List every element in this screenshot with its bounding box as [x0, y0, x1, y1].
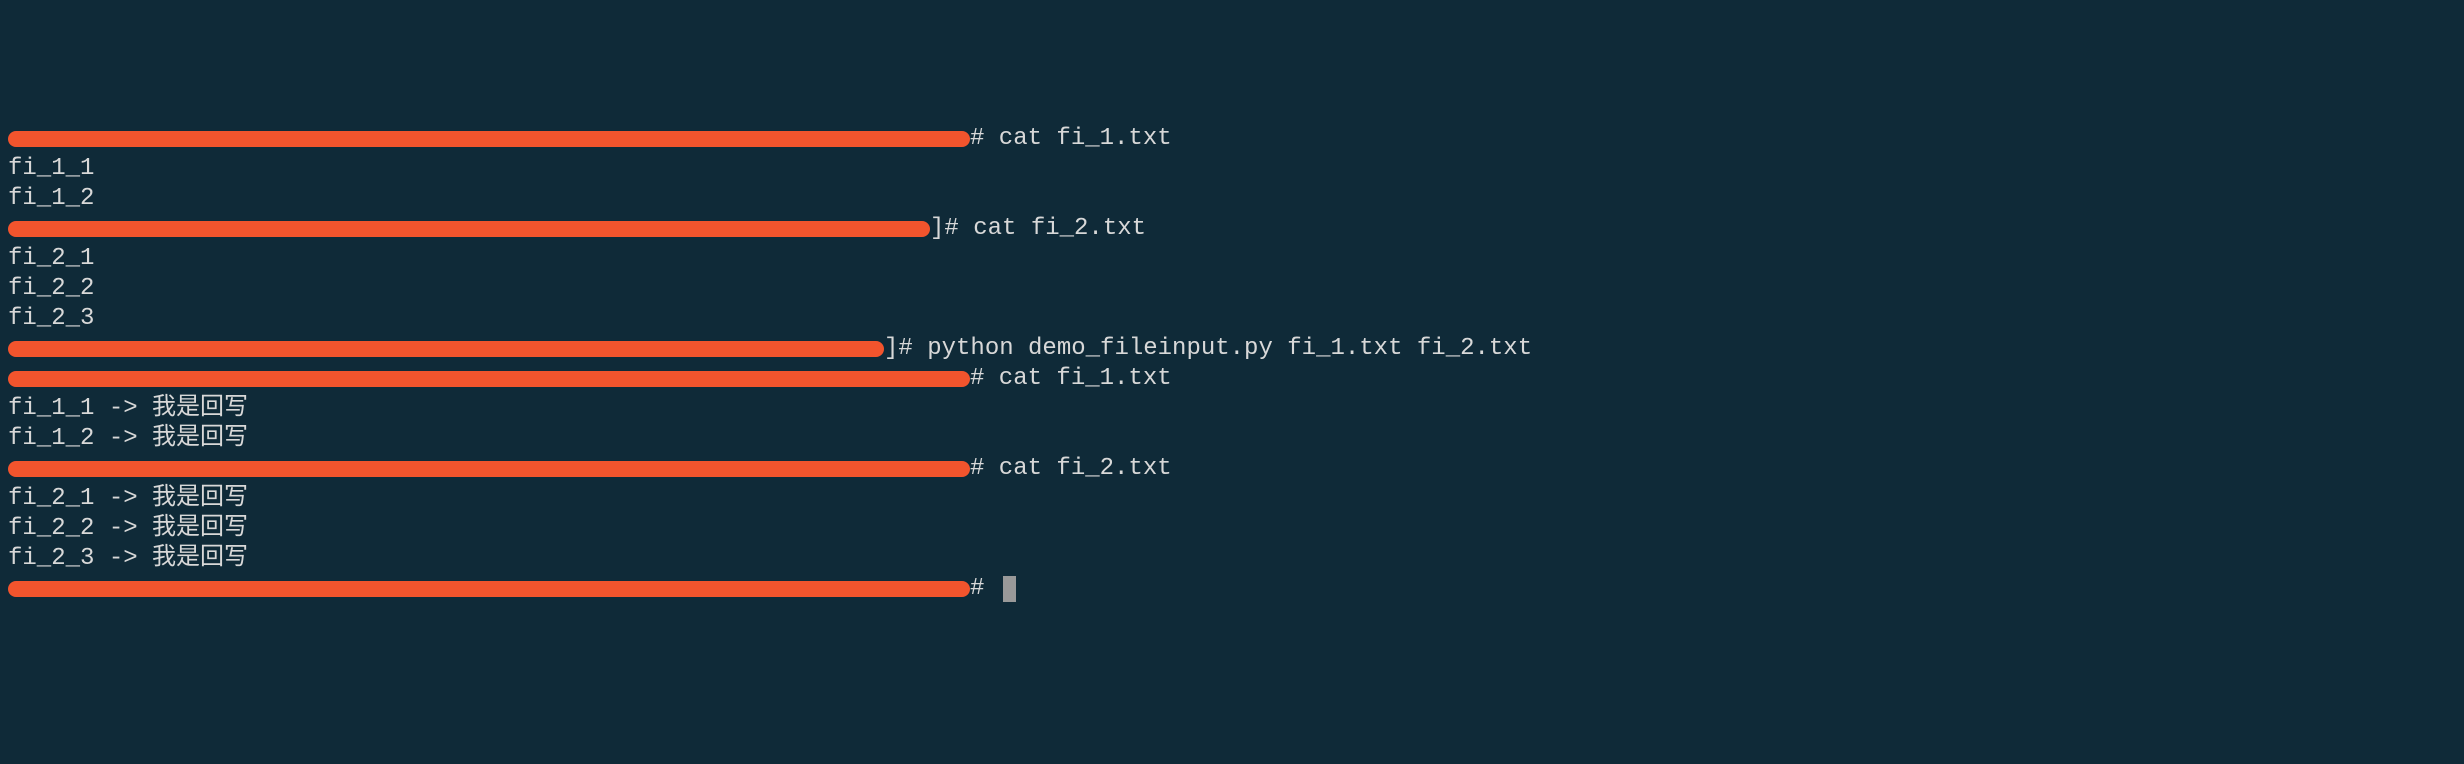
terminal-line: fi_1_1 -> 我是回写: [8, 394, 2456, 424]
terminal-line: #: [8, 574, 2456, 604]
terminal-output[interactable]: # cat fi_1.txt fi_1_1fi_1_2 ]# cat fi_2.tx…: [8, 124, 2456, 604]
terminal-text: ]# cat fi_2.txt: [930, 214, 1146, 244]
redacted-block: [8, 221, 930, 237]
terminal-text: fi_2_3 -> 我是回写: [8, 544, 248, 574]
terminal-text: # cat fi_2.txt: [970, 454, 1172, 484]
terminal-line: ]# python demo_fileinput.py fi_1.txt fi_…: [8, 334, 2456, 364]
terminal-line: fi_2_3: [8, 304, 2456, 334]
terminal-text: fi_1_1 -> 我是回写: [8, 394, 248, 424]
terminal-text: fi_2_2: [8, 274, 94, 304]
redacted-block: [8, 581, 970, 597]
terminal-text: ]# python demo_fileinput.py fi_1.txt fi_…: [884, 334, 1532, 364]
redacted-block: [8, 131, 970, 147]
terminal-line: # cat fi_1.txt: [8, 124, 2456, 154]
terminal-line: fi_2_3 -> 我是回写: [8, 544, 2456, 574]
terminal-line: fi_2_1: [8, 244, 2456, 274]
terminal-text: fi_2_1 -> 我是回写: [8, 484, 248, 514]
redacted-block: [8, 371, 970, 387]
terminal-line: fi_1_1: [8, 154, 2456, 184]
terminal-line: fi_2_2: [8, 274, 2456, 304]
terminal-text: # cat fi_1.txt: [970, 124, 1172, 154]
terminal-text: fi_1_2: [8, 184, 94, 214]
terminal-line: fi_1_2 -> 我是回写: [8, 424, 2456, 454]
terminal-line: ]# cat fi_2.txt: [8, 214, 2456, 244]
terminal-text: fi_2_2 -> 我是回写: [8, 514, 248, 544]
terminal-text: #: [970, 574, 999, 604]
redacted-block: [8, 461, 970, 477]
terminal-text: # cat fi_1.txt: [970, 364, 1172, 394]
terminal-line: # cat fi_2.txt: [8, 454, 2456, 484]
terminal-text: fi_1_2 -> 我是回写: [8, 424, 248, 454]
terminal-line: fi_1_2: [8, 184, 2456, 214]
cursor: [1003, 576, 1016, 602]
terminal-text: fi_1_1: [8, 154, 94, 184]
terminal-line: # cat fi_1.txt: [8, 364, 2456, 394]
redacted-block: [8, 341, 884, 357]
terminal-line: fi_2_2 -> 我是回写: [8, 514, 2456, 544]
terminal-text: fi_2_3: [8, 304, 94, 334]
terminal-text: fi_2_1: [8, 244, 94, 274]
terminal-line: fi_2_1 -> 我是回写: [8, 484, 2456, 514]
